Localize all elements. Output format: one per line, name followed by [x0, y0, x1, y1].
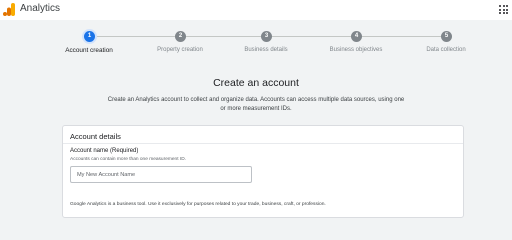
step-1-indicator: 1 — [84, 31, 95, 42]
account-name-input[interactable] — [70, 166, 252, 183]
step-5-indicator: 5 — [441, 31, 452, 42]
page-title: Create an account — [213, 77, 299, 89]
top-app-bar: Analytics — [0, 0, 512, 20]
page-description: Create an Analytics account to collect a… — [107, 97, 405, 112]
step-3-label: Business details — [244, 47, 288, 53]
card-title: Account details — [70, 132, 121, 141]
step-2-indicator: 2 — [175, 31, 186, 42]
step-4-indicator: 4 — [351, 31, 362, 42]
account-name-hint: Accounts can contain more than one measu… — [70, 157, 186, 162]
step-5-label: Data collection — [426, 47, 466, 53]
step-connector — [362, 36, 446, 37]
step-2-label: Property creation — [157, 47, 203, 53]
business-use-footnote: Google Analytics is a business tool. Use… — [70, 202, 326, 207]
app-title: Analytics — [20, 3, 61, 14]
account-name-label: Account name (Required) — [70, 148, 139, 154]
analytics-logo-icon[interactable] — [3, 3, 15, 16]
step-1-label: Account creation — [65, 47, 113, 54]
step-4-label: Business objectives — [329, 47, 383, 53]
account-details-card: Account details Account name (Required) … — [62, 125, 464, 218]
apps-grid-icon[interactable] — [499, 5, 508, 14]
setup-stepper: 1 2 3 4 5 Account creation Property crea… — [0, 28, 512, 58]
step-connector — [95, 36, 175, 37]
card-divider — [63, 143, 463, 144]
step-connector — [185, 36, 261, 37]
step-3-indicator: 3 — [261, 31, 272, 42]
step-connector — [272, 36, 351, 37]
